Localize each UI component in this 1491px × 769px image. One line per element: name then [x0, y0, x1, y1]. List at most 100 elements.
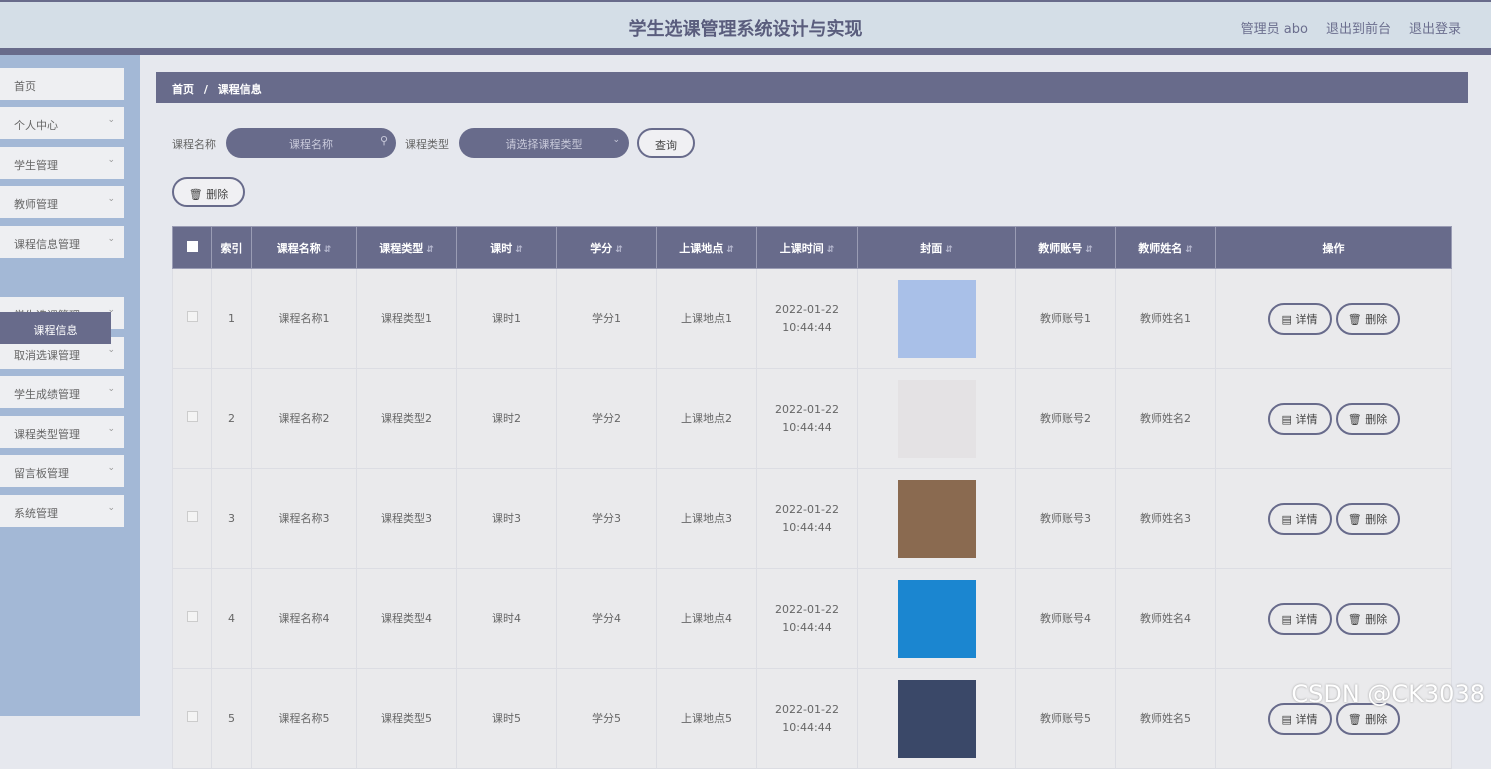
sidebar-item[interactable]: 首页 [0, 68, 124, 100]
course-type-placeholder: 请选择课程类型 [505, 138, 583, 151]
sidebar-subitem-course-info[interactable]: 课程信息 [0, 312, 111, 344]
actions-cell: ▤ 详情 🗑 删除 [1215, 368, 1452, 469]
course-name-input[interactable]: 课程名称 ⚲ [226, 128, 396, 158]
sidebar-item[interactable]: 留言板管理 ⌄ [0, 455, 124, 487]
cover-image[interactable] [897, 479, 976, 558]
cell-teacher: 教师姓名5 [1115, 668, 1216, 769]
delete-button[interactable]: 🗑 删除 [1335, 602, 1400, 635]
row-checkbox-cell[interactable] [172, 668, 212, 769]
cell-time: 2022-01-22 10:44:44 [756, 268, 858, 369]
chevron-down-icon: ⌄ [107, 503, 115, 513]
cell-hours: 课时3 [456, 468, 557, 569]
cell-type: 课程类型4 [356, 568, 457, 669]
sidebar-item-label: 个人中心 [14, 119, 58, 132]
column-header-label: 上课地点 [679, 241, 724, 255]
column-header[interactable]: 上课地点 ⇵ [656, 226, 757, 269]
sidebar-item[interactable]: 课程信息管理 ⌄ [0, 226, 124, 258]
sidebar-item[interactable]: 课程类型管理 ⌄ [0, 416, 124, 448]
cell-place: 上课地点2 [656, 368, 757, 469]
logout-link[interactable]: 退出登录 [1409, 18, 1461, 37]
cover-cell [857, 568, 1016, 669]
column-header-label: 操作 [1322, 241, 1345, 255]
sidebar-item[interactable]: 学生管理 ⌄ [0, 147, 124, 179]
cell-type: 课程类型3 [356, 468, 457, 569]
sort-icon: ⇵ [1085, 244, 1093, 255]
sidebar-item[interactable]: 学生成绩管理 ⌄ [0, 376, 124, 408]
row-checkbox[interactable] [186, 710, 198, 722]
cell-acct: 教师账号4 [1015, 568, 1116, 669]
sidebar-item-label: 课程类型管理 [14, 428, 80, 441]
column-header[interactable]: 封面 ⇵ [857, 226, 1016, 269]
row-checkbox-cell[interactable] [172, 568, 212, 669]
cover-cell [857, 368, 1016, 469]
sort-icon: ⇵ [515, 244, 523, 255]
exit-to-front-link[interactable]: 退出到前台 [1326, 18, 1391, 37]
query-button[interactable]: 查询 [637, 128, 695, 158]
sidebar-item[interactable]: 系统管理 ⌄ [0, 495, 124, 527]
course-type-select[interactable]: 请选择课程类型 ⌄ [459, 128, 629, 158]
delete-button[interactable]: 🗑 删除 [1335, 402, 1400, 435]
cell-type: 课程类型2 [356, 368, 457, 469]
sidebar-item-label: 学生管理 [14, 159, 58, 172]
detail-button[interactable]: ▤ 详情 [1267, 602, 1332, 635]
chevron-down-icon: ⌄ [107, 345, 115, 355]
trash-icon: 🗑 [1347, 412, 1362, 426]
column-header[interactable]: 教师账号 ⇵ [1015, 226, 1116, 269]
detail-button[interactable]: ▤ 详情 [1267, 302, 1332, 335]
row-checkbox[interactable] [186, 510, 198, 522]
breadcrumb: 首页 / 课程信息 [156, 72, 1468, 103]
document-icon: ▤ [1281, 612, 1292, 626]
sidebar-item[interactable]: 教师管理 ⌄ [0, 186, 124, 218]
column-header-label: 封面 [920, 241, 943, 255]
bulk-delete-button[interactable]: 🗑 删除 [172, 177, 245, 207]
sidebar-item[interactable]: 个人中心 ⌄ [0, 107, 124, 139]
cell-hours: 课时1 [456, 268, 557, 369]
cell-place: 上课地点3 [656, 468, 757, 569]
cover-image[interactable] [897, 279, 976, 358]
document-icon: ▤ [1281, 512, 1292, 526]
document-icon: ▤ [1281, 312, 1292, 326]
column-header[interactable]: 教师姓名 ⇵ [1115, 226, 1216, 269]
row-checkbox[interactable] [186, 410, 198, 422]
document-icon: ▤ [1281, 412, 1292, 426]
table-row: 1 课程名称1 课程类型1 课时1 学分1 上课地点1 2022-01-22 10:44:4… [172, 268, 1452, 369]
delete-label: 删除 [1365, 612, 1388, 626]
cover-image[interactable] [897, 579, 976, 658]
cell-type: 课程类型1 [356, 268, 457, 369]
cover-cell [857, 668, 1016, 769]
trash-icon: 🗑 [188, 188, 203, 201]
actions-cell: ▤ 详情 🗑 删除 [1215, 568, 1452, 669]
sidebar-item-label: 学生成绩管理 [14, 388, 80, 401]
row-checkbox-cell[interactable] [172, 468, 212, 569]
detail-button[interactable]: ▤ 详情 [1267, 502, 1332, 535]
column-header[interactable]: 课程名称 ⇵ [251, 226, 357, 269]
column-header[interactable]: 课程类型 ⇵ [356, 226, 457, 269]
cover-image[interactable] [897, 679, 976, 758]
delete-button[interactable]: 🗑 删除 [1335, 502, 1400, 535]
sidebar-item-label: 课程信息管理 [14, 238, 80, 251]
delete-label: 删除 [1365, 512, 1388, 526]
cell-time: 2022-01-22 10:44:44 [756, 568, 858, 669]
cell-idx: 4 [211, 568, 252, 669]
cell-credit: 学分2 [556, 368, 657, 469]
cover-image[interactable] [897, 379, 976, 458]
column-header[interactable]: 学分 ⇵ [556, 226, 657, 269]
detail-button[interactable]: ▤ 详情 [1267, 402, 1332, 435]
cell-acct: 教师账号1 [1015, 268, 1116, 369]
delete-button[interactable]: 🗑 删除 [1335, 302, 1400, 335]
select-all-checkbox[interactable] [172, 226, 212, 269]
row-checkbox-cell[interactable] [172, 368, 212, 469]
row-checkbox[interactable] [186, 610, 198, 622]
trash-icon: 🗑 [1347, 712, 1362, 726]
row-checkbox-cell[interactable] [172, 268, 212, 369]
column-header[interactable]: 上课时间 ⇵ [756, 226, 858, 269]
breadcrumb-home[interactable]: 首页 [172, 83, 194, 96]
course-type-label: 课程类型 [405, 138, 449, 151]
column-header[interactable]: 课时 ⇵ [456, 226, 557, 269]
cell-teacher: 教师姓名1 [1115, 268, 1216, 369]
row-checkbox[interactable] [186, 310, 198, 322]
column-header-label: 课时 [490, 241, 513, 255]
actions-cell: ▤ 详情 🗑 删除 [1215, 468, 1452, 569]
delete-label: 删除 [1365, 412, 1388, 426]
cover-cell [857, 268, 1016, 369]
